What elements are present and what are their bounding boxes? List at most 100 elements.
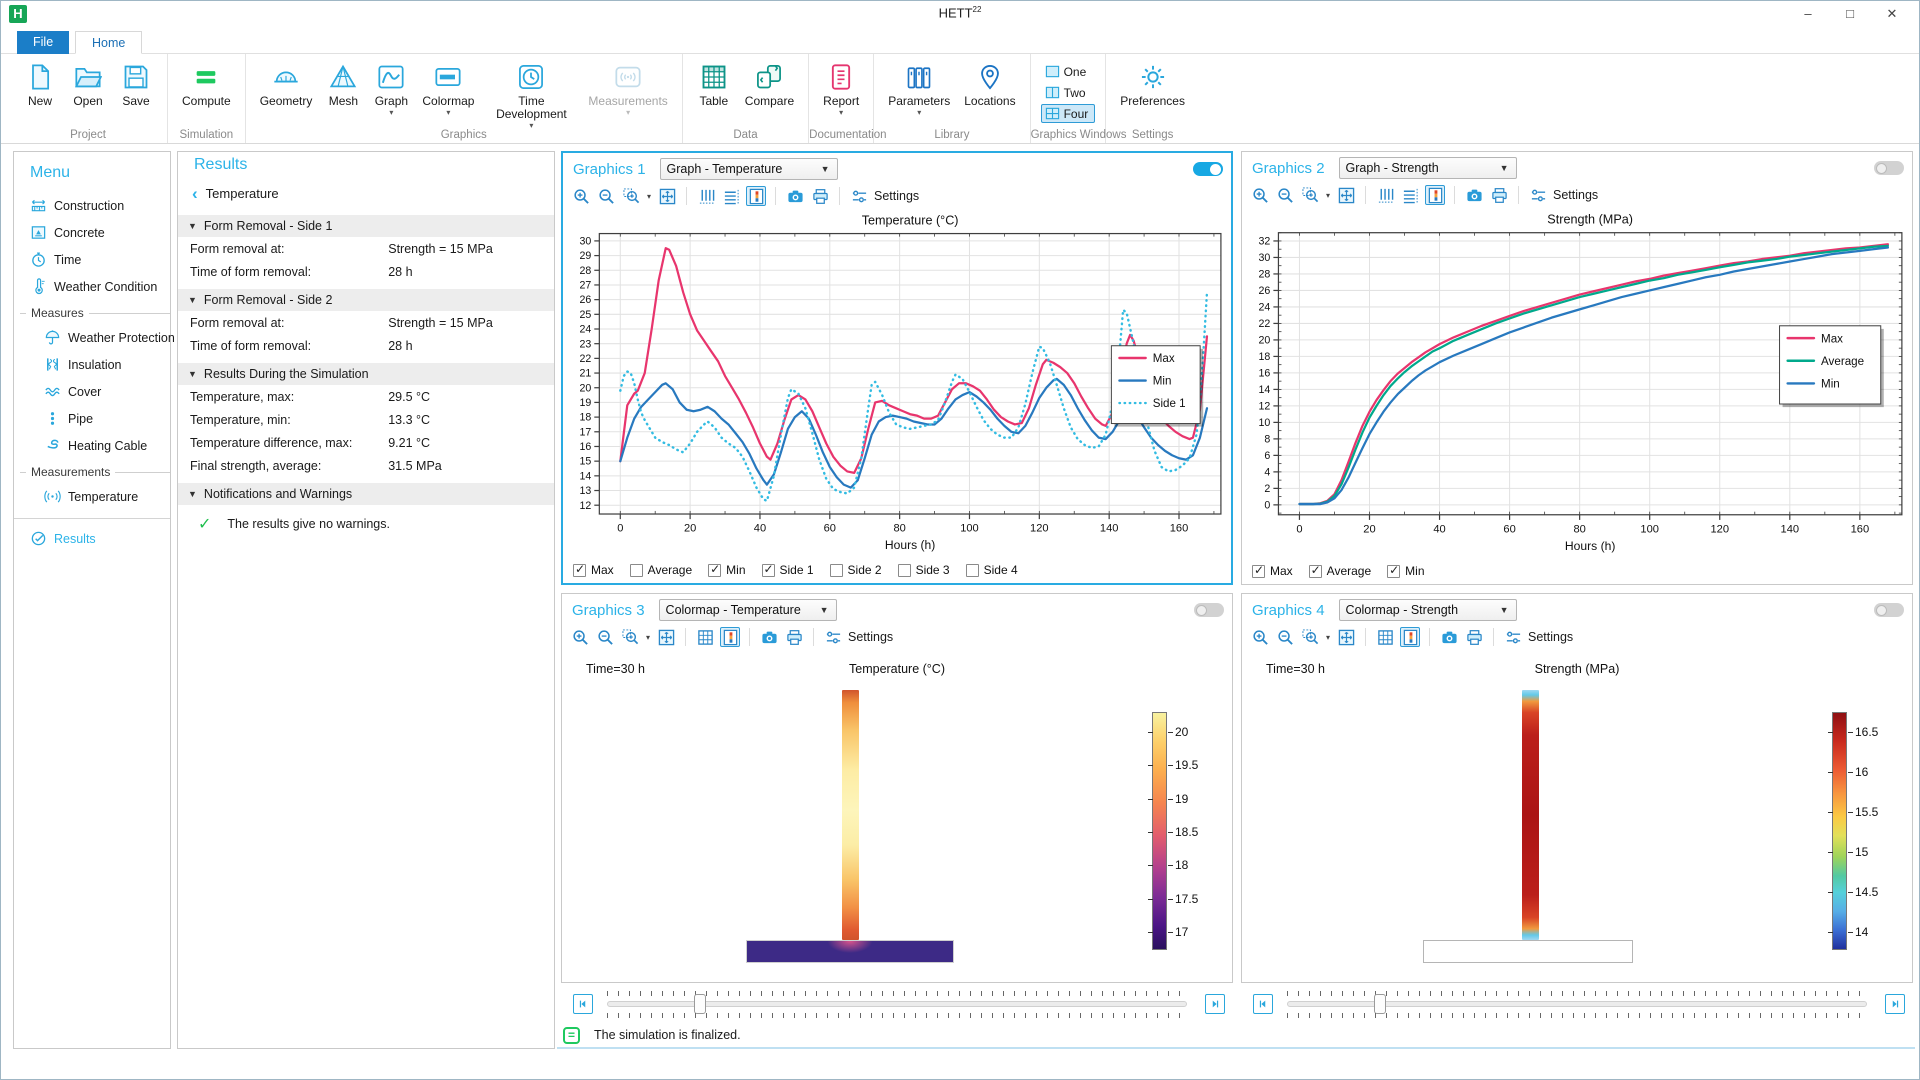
sidebar-item-insulation[interactable]: Insulation <box>14 351 170 378</box>
view-select-dropdown[interactable]: Graph - Strength▼ <box>1339 157 1517 179</box>
ribbon-button-graph[interactable]: Graph▾ <box>370 60 412 119</box>
series-checkbox-side-1[interactable]: Side 1 <box>762 563 814 577</box>
zoom-in-button[interactable] <box>1250 185 1270 205</box>
colorbar-toggle-button[interactable] <box>746 186 766 206</box>
results-back-row[interactable]: ‹ Temperature <box>178 184 554 209</box>
series-checkbox-min[interactable]: Min <box>708 563 745 577</box>
grid-table-button[interactable] <box>695 627 715 647</box>
zoom-out-button[interactable] <box>595 627 615 647</box>
fit-button[interactable] <box>657 186 677 206</box>
panel-toggle-switch[interactable] <box>1193 162 1223 176</box>
grid-horizontal-button[interactable] <box>721 186 741 206</box>
results-section-header-results-during-the-simulation[interactable]: ▼Results During the Simulation <box>178 363 554 385</box>
results-section-header-form-removal-side-2[interactable]: ▼Form Removal - Side 2 <box>178 289 554 311</box>
sidebar-item-concrete[interactable]: Concrete <box>14 219 170 246</box>
grid-vertical-button[interactable] <box>1375 185 1395 205</box>
series-checkbox-average[interactable]: Average <box>630 563 692 577</box>
printer-button[interactable] <box>810 186 830 206</box>
ribbon-button-mesh[interactable]: Mesh <box>322 60 364 110</box>
ribbon-button-geometry[interactable]: Geometry <box>256 60 317 110</box>
colorbar-toggle-button[interactable] <box>1425 185 1445 205</box>
series-checkbox-max[interactable]: Max <box>573 563 614 577</box>
ribbon-button-report[interactable]: Report▾ <box>819 60 863 119</box>
camera-button[interactable] <box>759 627 779 647</box>
fit-button[interactable] <box>1336 627 1356 647</box>
dropdown-caret-icon[interactable]: ▾ <box>647 192 651 201</box>
sidebar-item-cover[interactable]: Cover <box>14 378 170 405</box>
panel-settings-button[interactable]: Settings <box>849 186 919 206</box>
minimize-button[interactable]: – <box>1787 1 1829 27</box>
sidebar-item-temperature[interactable]: Temperature <box>14 483 170 510</box>
colorbar-toggle-button[interactable] <box>1400 627 1420 647</box>
series-checkbox-average[interactable]: Average <box>1309 564 1371 578</box>
zoom-in-button[interactable] <box>570 627 590 647</box>
view-select-dropdown[interactable]: Graph - Temperature▼ <box>660 158 838 180</box>
fit-button[interactable] <box>1336 185 1356 205</box>
maximize-button[interactable]: □ <box>1829 1 1871 27</box>
series-checkbox-max[interactable]: Max <box>1252 564 1293 578</box>
view-select-dropdown[interactable]: Colormap - Temperature▼ <box>659 599 837 621</box>
time-step-forward-button[interactable] <box>1205 994 1225 1014</box>
time-slider-handle[interactable] <box>694 994 706 1014</box>
camera-button[interactable] <box>1439 627 1459 647</box>
grid-table-button[interactable] <box>1375 627 1395 647</box>
sidebar-item-time[interactable]: Time <box>14 246 170 273</box>
series-checkbox-side-4[interactable]: Side 4 <box>966 563 1018 577</box>
zoom-in-button[interactable] <box>571 186 591 206</box>
time-step-back-button[interactable] <box>573 994 593 1014</box>
ribbon-button-two[interactable]: Two <box>1041 83 1096 102</box>
sidebar-item-construction[interactable]: Construction <box>14 192 170 219</box>
panel-toggle-switch[interactable] <box>1874 161 1904 175</box>
grid-horizontal-button[interactable] <box>1400 185 1420 205</box>
ribbon-button-locations[interactable]: Locations <box>960 60 1019 110</box>
time-slider-track[interactable] <box>1287 1001 1867 1007</box>
panel-settings-button[interactable]: Settings <box>1528 185 1598 205</box>
printer-button[interactable] <box>1464 627 1484 647</box>
grid-vertical-button[interactable] <box>696 186 716 206</box>
time-step-back-button[interactable] <box>1253 994 1273 1014</box>
tab-file[interactable]: File <box>17 31 69 54</box>
dropdown-caret-icon[interactable]: ▾ <box>1326 633 1330 642</box>
fit-button[interactable] <box>656 627 676 647</box>
view-select-dropdown[interactable]: Colormap - Strength▼ <box>1339 599 1517 621</box>
sidebar-item-pipe[interactable]: Pipe <box>14 405 170 432</box>
close-button[interactable]: ✕ <box>1871 1 1913 27</box>
camera-button[interactable] <box>785 186 805 206</box>
ribbon-button-colormap[interactable]: Colormap▾ <box>418 60 478 119</box>
ribbon-button-parameters[interactable]: Parameters▾ <box>884 60 954 119</box>
ribbon-button-compare[interactable]: Compare <box>741 60 798 110</box>
zoom-select-button[interactable] <box>1300 627 1320 647</box>
ribbon-button-one[interactable]: One <box>1041 62 1096 81</box>
ribbon-button-time-development[interactable]: Time Development▾ <box>484 60 578 132</box>
results-section-header-notifications-and-warnings[interactable]: ▼Notifications and Warnings <box>178 483 554 505</box>
ribbon-button-table[interactable]: Table <box>693 60 735 110</box>
series-checkbox-side-3[interactable]: Side 3 <box>898 563 950 577</box>
printer-button[interactable] <box>1489 185 1509 205</box>
zoom-out-button[interactable] <box>1275 627 1295 647</box>
ribbon-button-open[interactable]: Open <box>67 60 109 110</box>
panel-toggle-switch[interactable] <box>1874 603 1904 617</box>
ribbon-button-preferences[interactable]: Preferences <box>1116 60 1189 110</box>
time-slider-handle[interactable] <box>1374 994 1386 1014</box>
sidebar-item-weather-protection[interactable]: Weather Protection <box>14 324 170 351</box>
zoom-out-button[interactable] <box>1275 185 1295 205</box>
panel-toggle-switch[interactable] <box>1194 603 1224 617</box>
ribbon-button-save[interactable]: Save <box>115 60 157 110</box>
panel-settings-button[interactable]: Settings <box>1503 627 1573 647</box>
time-slider-track[interactable] <box>607 1001 1187 1007</box>
dropdown-caret-icon[interactable]: ▾ <box>1326 191 1330 200</box>
colorbar-toggle-button[interactable] <box>720 627 740 647</box>
printer-button[interactable] <box>784 627 804 647</box>
zoom-out-button[interactable] <box>596 186 616 206</box>
zoom-in-button[interactable] <box>1250 627 1270 647</box>
results-section-header-form-removal-side-1[interactable]: ▼Form Removal - Side 1 <box>178 215 554 237</box>
sidebar-item-heating-cable[interactable]: Heating Cable <box>14 432 170 459</box>
zoom-select-button[interactable] <box>620 627 640 647</box>
tab-home[interactable]: Home <box>75 31 142 54</box>
ribbon-button-compute[interactable]: Compute <box>178 60 235 110</box>
series-checkbox-min[interactable]: Min <box>1387 564 1424 578</box>
zoom-select-button[interactable] <box>621 186 641 206</box>
camera-button[interactable] <box>1464 185 1484 205</box>
time-step-forward-button[interactable] <box>1885 994 1905 1014</box>
sidebar-item-results[interactable]: Results <box>14 525 170 552</box>
